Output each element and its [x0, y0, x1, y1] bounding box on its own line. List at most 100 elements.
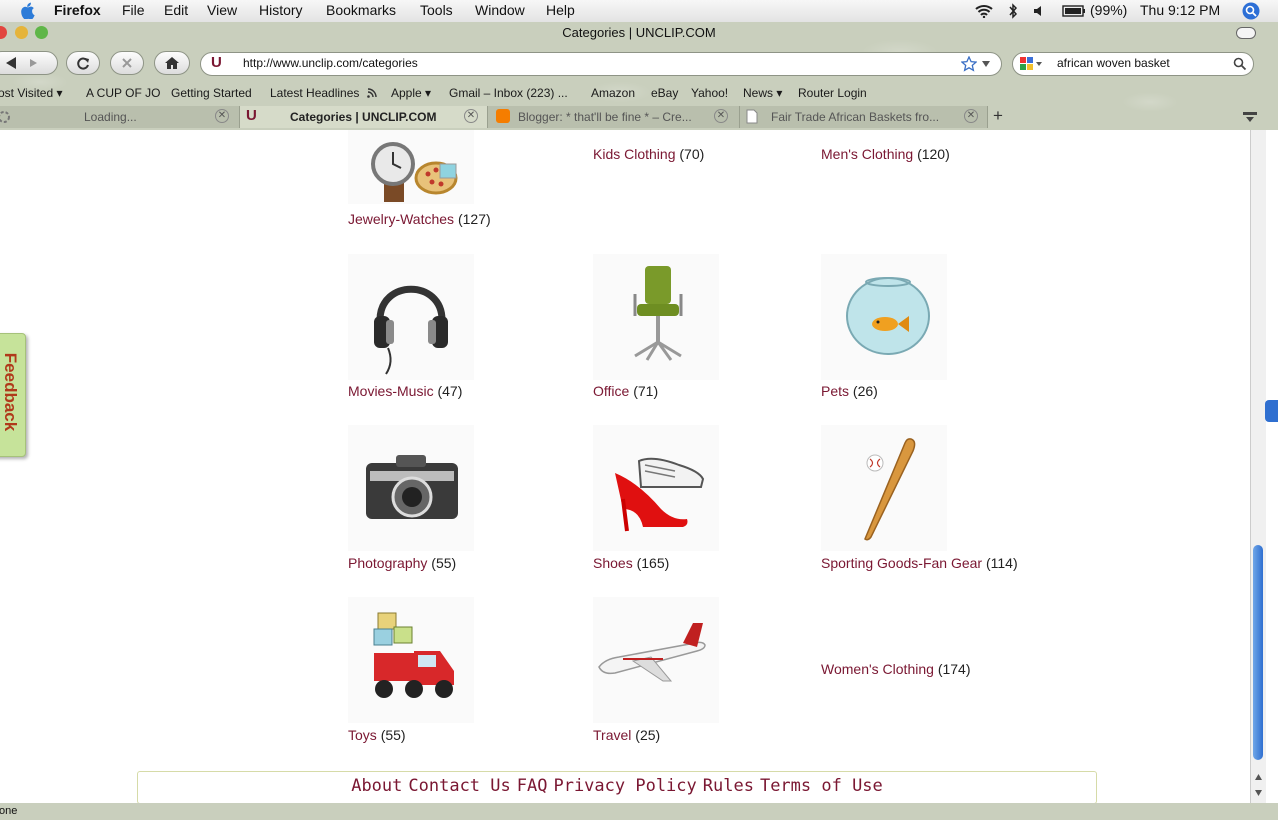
footer-link-contact-us[interactable]: Contact Us [408, 776, 510, 796]
bookmark-apple[interactable]: Apple ▾ [391, 86, 431, 100]
bookmark-amazon[interactable]: Amazon [591, 86, 635, 100]
volume-icon[interactable] [1033, 4, 1047, 18]
watch-icon [371, 142, 458, 202]
home-button[interactable] [154, 51, 190, 75]
category-thumb-sporting-goods[interactable] [821, 425, 947, 551]
category-thumb-pets[interactable] [821, 254, 947, 380]
footer-link-about[interactable]: About [351, 776, 402, 796]
category-link-movies-music[interactable]: Movies-Music (47) [348, 383, 462, 399]
bookmark-getting-started[interactable]: Getting Started [171, 86, 252, 100]
category-link-toys[interactable]: Toys (55) [348, 727, 406, 743]
category-link-pets[interactable]: Pets (26) [821, 383, 878, 399]
menu-history[interactable]: History [259, 2, 303, 18]
close-tab-icon[interactable]: ✕ [215, 109, 229, 123]
footer-link-faq[interactable]: FAQ [517, 776, 548, 796]
reload-button[interactable] [66, 51, 100, 75]
bookmark-yahoo[interactable]: Yahoo! [691, 86, 728, 100]
menu-bookmarks[interactable]: Bookmarks [326, 2, 396, 18]
bookmark-gmail[interactable]: Gmail – Inbox (223) ... [449, 86, 568, 100]
scrollbar-thumb[interactable] [1253, 545, 1263, 760]
battery-icon[interactable] [1062, 5, 1086, 17]
menu-window[interactable]: Window [475, 2, 525, 18]
footer-link-terms-of-use[interactable]: Terms of Use [760, 776, 883, 796]
category-link-office[interactable]: Office (71) [593, 383, 658, 399]
bookmark-a-cup-of-jo[interactable]: A CUP OF JO [86, 86, 160, 100]
back-forward-buttons[interactable] [0, 51, 58, 75]
stop-button[interactable] [110, 51, 144, 75]
menu-file[interactable]: File [122, 2, 145, 18]
close-tab-icon[interactable]: ✕ [964, 109, 978, 123]
tab-categories[interactable]: U Categories | UNCLIP.COM ✕ [240, 106, 488, 128]
category-link-jewelry-watches[interactable]: Jewelry-Watches (127) [348, 211, 491, 227]
category-link-kids-clothing[interactable]: Kids Clothing (70) [593, 146, 704, 162]
blogger-icon [496, 109, 510, 123]
url-bar[interactable]: U http://www.unclip.com/categories [200, 52, 1002, 76]
vertical-scrollbar[interactable] [1250, 130, 1266, 803]
category-link-sporting-goods[interactable]: Sporting Goods-Fan Gear (114) [821, 555, 1018, 571]
tab-fair-trade[interactable]: Fair Trade African Baskets fro... ✕ [740, 106, 988, 128]
toolbar-toggle-button[interactable] [1236, 27, 1256, 39]
category-link-shoes[interactable]: Shoes (165) [593, 555, 669, 571]
apple-menu-icon[interactable] [19, 2, 35, 19]
tab-blogger[interactable]: Blogger: * that'll be fine * – Cre... ✕ [488, 106, 740, 128]
spotlight-icon[interactable] [1242, 2, 1260, 20]
category-thumb-jewelry-watches[interactable] [348, 130, 474, 204]
category-link-travel[interactable]: Travel (25) [593, 727, 660, 743]
category-thumb-photography[interactable] [348, 425, 474, 551]
footer-link-privacy-policy[interactable]: Privacy Policy [553, 776, 696, 796]
camera-icon [366, 455, 458, 519]
category-link-mens-clothing[interactable]: Men's Clothing (120) [821, 146, 950, 162]
bookmark-news[interactable]: News ▾ [743, 86, 782, 100]
headphones-icon [374, 285, 448, 375]
new-tab-button[interactable]: + [993, 106, 1003, 126]
bookmark-most-visited[interactable]: ost Visited ▾ [0, 86, 63, 100]
bookmark-latest-headlines[interactable]: Latest Headlines [270, 86, 359, 100]
search-icon[interactable] [1233, 57, 1247, 71]
status-bar: one [0, 803, 1278, 820]
shoes-icon [615, 457, 705, 532]
tab-label: Categories | UNCLIP.COM [290, 110, 437, 124]
tab-label: Blogger: * that'll be fine * – Cre... [518, 110, 692, 124]
category-thumb-movies-music[interactable] [348, 254, 474, 380]
category-link-photography[interactable]: Photography (55) [348, 555, 456, 571]
footer-link-rules[interactable]: Rules [703, 776, 754, 796]
category-thumb-shoes[interactable] [593, 425, 719, 551]
search-bar[interactable]: african woven basket [1012, 52, 1254, 76]
menubar-clock[interactable]: Thu 9:12 PM [1140, 2, 1220, 18]
bookmark-star-icon[interactable] [961, 56, 977, 72]
menu-tools[interactable]: Tools [420, 2, 453, 18]
category-link-womens-clothing[interactable]: Women's Clothing (174) [821, 661, 971, 677]
scroll-up-arrow-icon[interactable] [1254, 773, 1263, 781]
close-tab-icon[interactable]: ✕ [714, 109, 728, 123]
url-text[interactable]: http://www.unclip.com/categories [243, 56, 418, 70]
menu-view[interactable]: View [207, 2, 237, 18]
reload-icon [77, 57, 89, 70]
feedback-tab[interactable]: Feedback [0, 333, 26, 457]
bookmarks-toolbar: ost Visited ▾ A CUP OF JO Getting Starte… [0, 84, 1278, 102]
bookmark-router-login[interactable]: Router Login [798, 86, 867, 100]
app-menu-firefox[interactable]: Firefox [54, 2, 101, 18]
bluetooth-icon[interactable] [1008, 3, 1018, 19]
category-thumb-travel[interactable] [593, 597, 719, 723]
url-dropdown-icon[interactable] [981, 60, 991, 68]
list-all-tabs-icon[interactable] [1243, 111, 1257, 123]
bookmark-ebay[interactable]: eBay [651, 86, 678, 100]
tab-label: Loading... [84, 110, 137, 124]
category-thumb-office[interactable] [593, 254, 719, 380]
battery-percent: (99%) [1090, 2, 1128, 18]
category-thumb-toys[interactable] [348, 597, 474, 723]
menu-help[interactable]: Help [546, 2, 575, 18]
menu-edit[interactable]: Edit [164, 2, 188, 18]
side-scroll-indicator [1265, 400, 1278, 422]
search-input[interactable]: african woven basket [1057, 56, 1170, 70]
tab-loading[interactable]: Loading... ✕ [0, 106, 240, 128]
loading-spinner-icon [0, 111, 10, 123]
search-engine-icon[interactable] [1019, 56, 1043, 72]
toy-truck-icon [373, 612, 454, 698]
scroll-down-arrow-icon[interactable] [1254, 789, 1263, 797]
browser-chrome: Categories | UNCLIP.COM U http://www.unc… [0, 22, 1278, 130]
wifi-icon[interactable] [975, 4, 993, 18]
tab-label: Fair Trade African Baskets fro... [771, 110, 940, 124]
back-arrow-icon[interactable] [4, 56, 44, 70]
close-tab-icon[interactable]: ✕ [464, 109, 478, 123]
